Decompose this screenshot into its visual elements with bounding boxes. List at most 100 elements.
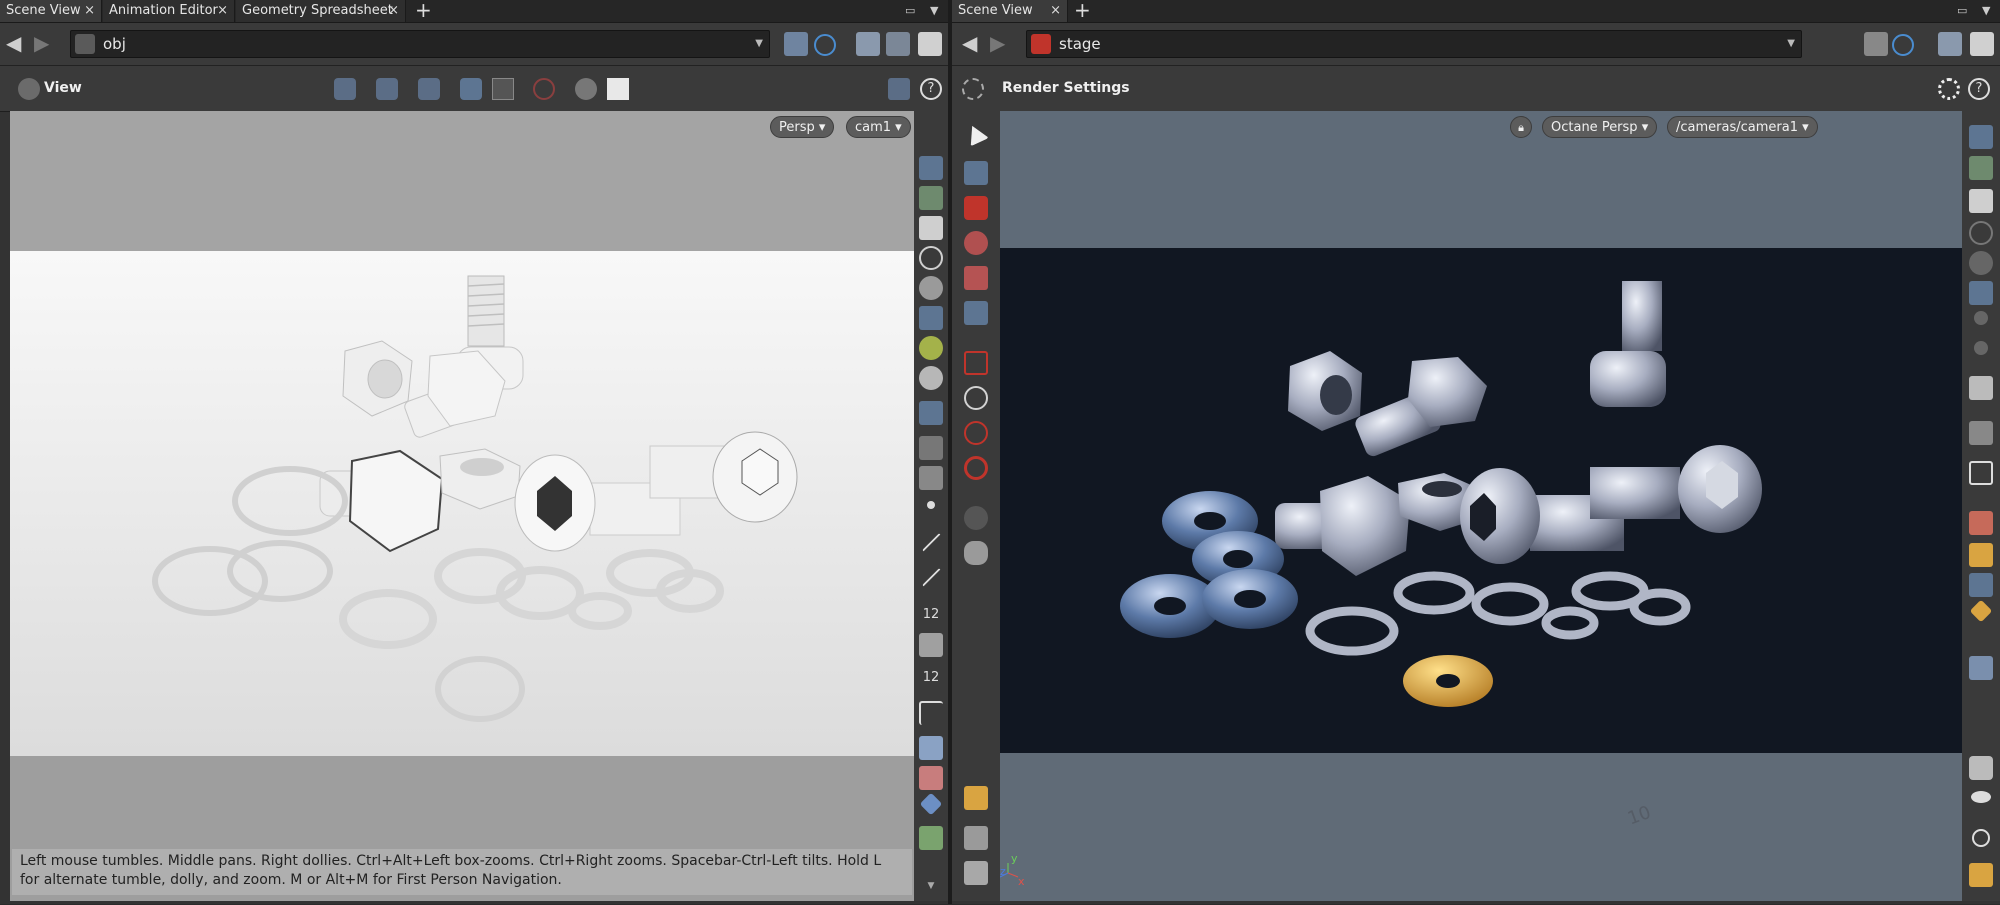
pane-menu-icon[interactable]: ▼: [1982, 0, 1990, 22]
camera-icon[interactable]: [919, 466, 943, 490]
headlight-icon[interactable]: [1974, 311, 1988, 325]
help-icon[interactable]: ?: [1968, 78, 1990, 100]
camera-dolly-icon[interactable]: [418, 78, 440, 100]
wireframe-icon[interactable]: [919, 736, 943, 760]
grid-icon[interactable]: [919, 701, 943, 725]
display-icon[interactable]: [1970, 32, 1994, 56]
normal-icon[interactable]: [922, 568, 942, 588]
link-icon[interactable]: [1892, 34, 1914, 56]
stack-icon[interactable]: [964, 826, 988, 850]
cube-icon[interactable]: [1938, 32, 1962, 56]
renderer-menu[interactable]: Octane Persp ▾: [1542, 116, 1658, 138]
camera-path-menu[interactable]: /cameras/camera1 ▾: [1667, 116, 1818, 138]
template-icon[interactable]: [919, 401, 943, 425]
close-icon[interactable]: [919, 246, 943, 270]
close-icon[interactable]: ×: [84, 0, 95, 22]
scroll-down-icon[interactable]: ▼: [919, 881, 943, 905]
diamond-icon[interactable]: [919, 792, 943, 816]
chevron-down-icon[interactable]: ▼: [755, 31, 763, 57]
bucket-icon[interactable]: [1969, 756, 1993, 780]
chevron-down-icon[interactable]: ▼: [1787, 31, 1795, 57]
lock-icon[interactable]: [964, 161, 988, 185]
light-icon[interactable]: [1969, 281, 1993, 305]
diamond-icon[interactable]: [1969, 599, 1993, 623]
info-icon[interactable]: [1972, 829, 1990, 847]
viewport-layout-icon[interactable]: [1969, 863, 1993, 887]
close-icon[interactable]: ×: [388, 0, 399, 22]
tray-icon[interactable]: [964, 861, 988, 885]
uv-icon[interactable]: [919, 766, 943, 790]
magnet-icon[interactable]: [964, 386, 988, 410]
camera-view-menu[interactable]: Persp ▾: [770, 116, 835, 138]
camera-tumble-icon[interactable]: [334, 78, 356, 100]
arrow-left-icon[interactable]: ◀: [6, 32, 26, 54]
shading-icon[interactable]: [919, 276, 943, 300]
move-icon[interactable]: [964, 196, 988, 220]
arrow-right-icon[interactable]: ▶: [34, 32, 54, 54]
render-icon[interactable]: [607, 78, 629, 100]
lock-icon[interactable]: [1969, 189, 1993, 213]
joint-icon[interactable]: [1969, 573, 1993, 597]
eye-icon[interactable]: [1969, 421, 1993, 445]
add-tab-button[interactable]: +: [1074, 0, 1091, 22]
lock-icon[interactable]: [919, 216, 943, 240]
material-icon[interactable]: [1969, 511, 1993, 535]
path-field[interactable]: obj ▼: [70, 30, 770, 58]
close-icon[interactable]: [1969, 221, 1993, 245]
lock-camera-icon[interactable]: 🔒︎: [1510, 116, 1532, 138]
selectable-icon[interactable]: [919, 186, 943, 210]
layers-icon[interactable]: [1969, 656, 1993, 680]
pane-menu-icon[interactable]: ▼: [930, 0, 938, 22]
point-size-label[interactable]: 12: [919, 603, 943, 627]
path-field[interactable]: stage ▼: [1026, 30, 1802, 58]
selectable-icon[interactable]: [1969, 156, 1993, 180]
light-icon[interactable]: [919, 306, 943, 330]
object-icon[interactable]: [886, 32, 910, 56]
template-icon[interactable]: [1969, 376, 1993, 400]
add-tab-button[interactable]: +: [415, 0, 432, 22]
arrow-right-icon[interactable]: ▶: [990, 32, 1010, 54]
ghost-icon[interactable]: [1974, 341, 1988, 355]
close-icon[interactable]: ×: [217, 0, 228, 22]
handle-icon[interactable]: [964, 301, 988, 325]
line-icon[interactable]: [922, 533, 942, 553]
link-icon[interactable]: [814, 34, 836, 56]
vertex-icon[interactable]: [919, 633, 943, 657]
scale-icon[interactable]: [964, 266, 988, 290]
ruler-icon[interactable]: [964, 786, 988, 810]
headlight-icon[interactable]: [919, 336, 943, 360]
visibility-icon[interactable]: [1969, 125, 1993, 149]
record-icon[interactable]: [533, 78, 555, 100]
left-viewport[interactable]: Persp ▾ cam1 ▾: [10, 111, 914, 901]
select-arrow-icon[interactable]: [963, 121, 989, 147]
snapshot-icon[interactable]: [460, 78, 482, 100]
display-icon[interactable]: [918, 32, 942, 56]
snap-grid-icon[interactable]: [964, 351, 988, 375]
display-options-icon[interactable]: [492, 78, 514, 100]
cube-icon[interactable]: [856, 32, 880, 56]
help-icon[interactable]: ?: [920, 78, 942, 100]
camera-menu[interactable]: cam1 ▾: [846, 116, 911, 138]
close-icon[interactable]: ×: [1050, 0, 1061, 22]
pin-icon[interactable]: [1864, 32, 1888, 56]
eye-icon[interactable]: [919, 436, 943, 460]
render-settings-icon[interactable]: [962, 78, 984, 100]
pose-icon[interactable]: [964, 506, 988, 530]
maximize-pane-icon[interactable]: ▭: [905, 0, 915, 22]
visibility-icon[interactable]: [919, 156, 943, 180]
view-icon[interactable]: [18, 78, 40, 100]
ghost-icon[interactable]: [919, 366, 943, 390]
tab-geometry-spreadsheet[interactable]: Geometry Spreadsheet ×: [236, 0, 406, 22]
camera-pan-icon[interactable]: [376, 78, 398, 100]
texture-icon[interactable]: [1969, 543, 1993, 567]
layout-icon[interactable]: [888, 78, 910, 100]
magnet-icon[interactable]: [964, 456, 988, 480]
rotate-icon[interactable]: [964, 231, 988, 255]
texture-icon[interactable]: [919, 826, 943, 850]
maximize-pane-icon[interactable]: ▭: [1957, 0, 1967, 22]
shading-icon[interactable]: [1969, 251, 1993, 275]
gear-icon[interactable]: [1938, 78, 1960, 100]
eye-icon[interactable]: [1971, 791, 1991, 803]
tab-scene-view[interactable]: Scene View ×: [952, 0, 1068, 22]
right-viewport[interactable]: 10 y x z 🔒︎ Octane Persp ▾ /cameras/came…: [1000, 111, 1962, 901]
